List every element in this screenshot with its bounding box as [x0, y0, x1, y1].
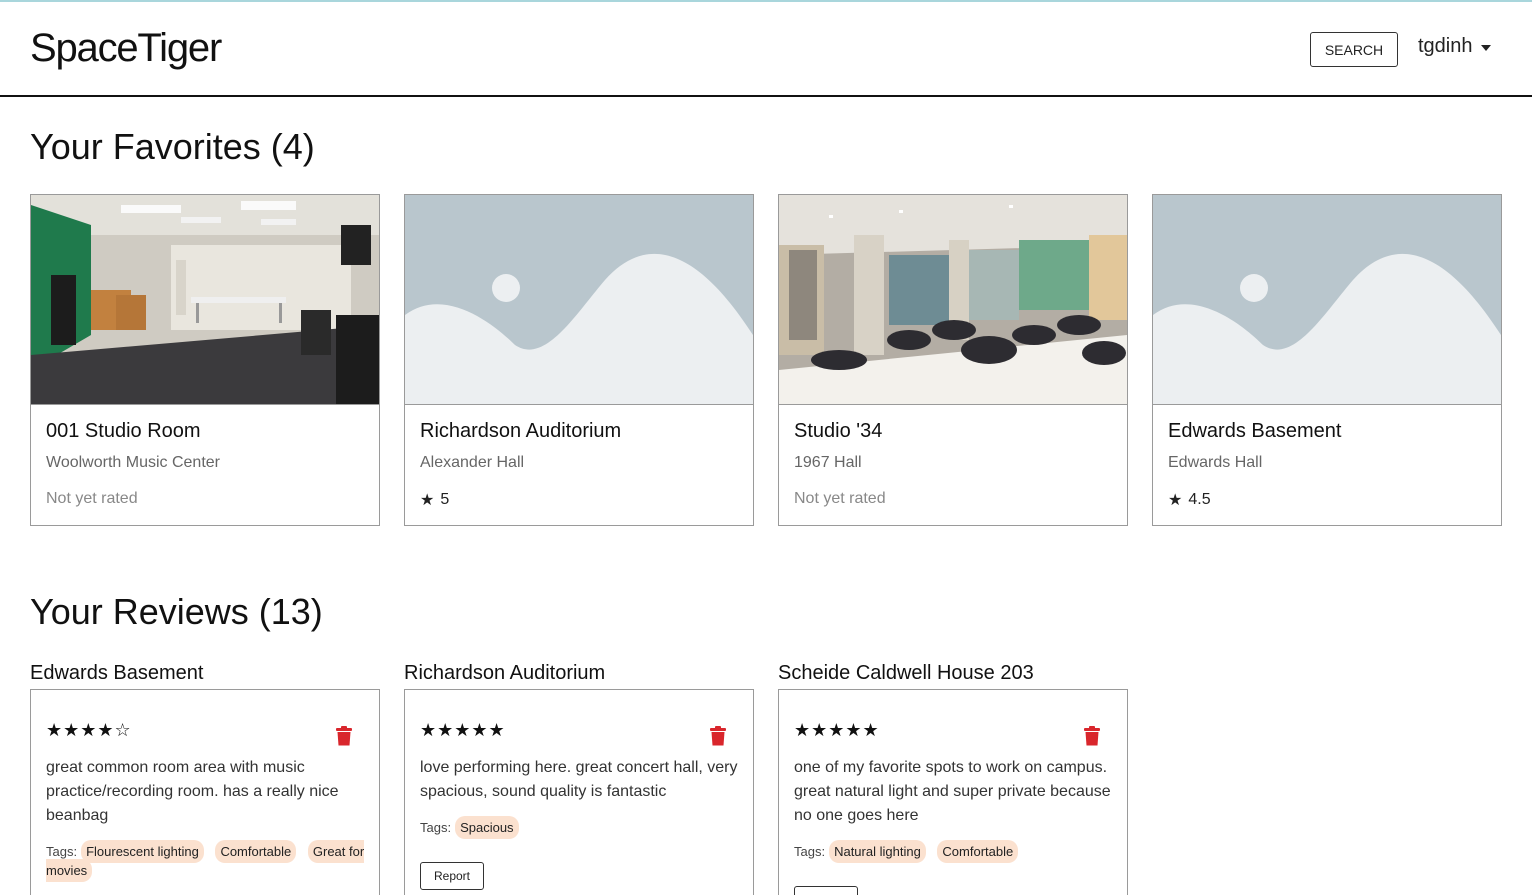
space-title: 001 Studio Room: [46, 420, 201, 442]
tags-label: Tags:: [420, 820, 452, 835]
review-text: great common room area with music practi…: [46, 759, 339, 824]
review-space-title[interactable]: Edwards Basement: [30, 662, 203, 685]
space-photo: [31, 195, 379, 405]
building-name: Alexander Hall: [420, 454, 525, 471]
favorites-heading: Your Favorites (4): [30, 126, 315, 167]
chevron-down-icon: [1480, 44, 1491, 51]
building-name: Edwards Hall: [1168, 454, 1263, 471]
review-card: ★★★★★ one of my favorite spots to work o…: [778, 689, 1128, 895]
tags-row: Tags: Flourescent lighting Comfortable Gr…: [46, 840, 368, 882]
rating: ★ 4.5: [1168, 490, 1211, 510]
report-button[interactable]: Report: [794, 886, 858, 895]
brand-logo[interactable]: SpaceTiger: [30, 26, 222, 71]
reviews-heading: Your Reviews (13): [30, 591, 323, 632]
space-photo: [779, 195, 1127, 405]
rating: ★ 5: [420, 490, 449, 510]
tag-chip[interactable]: Comfortable: [937, 840, 1019, 863]
tags-row: Tags: Natural lighting Comfortable: [794, 840, 1116, 863]
favorite-card[interactable]: Richardson Auditorium Alexander Hall ★ 5: [404, 194, 754, 526]
review-text: one of my favorite spots to work on camp…: [794, 759, 1111, 824]
star-icon: ★: [420, 492, 435, 509]
trash-icon[interactable]: [709, 726, 727, 746]
tags-label: Tags:: [46, 844, 78, 859]
space-title: Studio '34: [794, 420, 883, 442]
report-button[interactable]: Report: [420, 862, 484, 890]
star-rating: ★★★★☆: [46, 720, 132, 740]
rating-value: 4.5: [1188, 491, 1211, 508]
tags-row: Tags: Spacious: [420, 816, 742, 839]
rating-value: 5: [440, 491, 450, 508]
trash-icon[interactable]: [1083, 726, 1101, 746]
trash-icon[interactable]: [335, 726, 353, 746]
review-card: ★★★★☆ great common room area with music …: [30, 689, 380, 895]
space-title: Edwards Basement: [1168, 420, 1342, 442]
rating: Not yet rated: [794, 490, 886, 507]
star-rating: ★★★★★: [420, 720, 506, 740]
tag-chip[interactable]: Flourescent lighting: [81, 840, 204, 863]
image-placeholder-icon: [1153, 195, 1501, 405]
tags-label: Tags:: [794, 844, 826, 859]
star-icon: ★: [1168, 492, 1183, 509]
review-card: ★★★★★ love performing here. great concer…: [404, 689, 754, 895]
building-name: 1967 Hall: [794, 454, 862, 471]
image-placeholder-icon: [405, 195, 753, 405]
rating: Not yet rated: [46, 490, 138, 507]
building-name: Woolworth Music Center: [46, 454, 220, 471]
tag-chip[interactable]: Spacious: [455, 816, 519, 839]
search-button[interactable]: SEARCH: [1310, 32, 1398, 67]
review-space-title[interactable]: Richardson Auditorium: [404, 662, 605, 685]
review-space-title[interactable]: Scheide Caldwell House 203: [778, 662, 1034, 685]
navbar: SpaceTiger SEARCH tgdinh: [0, 2, 1532, 97]
username: tgdinh: [1418, 35, 1473, 57]
space-title: Richardson Auditorium: [420, 420, 622, 442]
review-text: love performing here. great concert hall…: [420, 759, 738, 800]
favorite-card[interactable]: Studio '34 1967 Hall Not yet rated: [778, 194, 1128, 526]
favorite-card[interactable]: Edwards Basement Edwards Hall ★ 4.5: [1152, 194, 1502, 526]
star-rating: ★★★★★: [794, 720, 880, 740]
tag-chip[interactable]: Comfortable: [215, 840, 297, 863]
favorite-card[interactable]: 001 Studio Room Woolworth Music Center N…: [30, 194, 380, 526]
tag-chip[interactable]: Natural lighting: [829, 840, 926, 863]
user-menu[interactable]: tgdinh: [1418, 35, 1491, 58]
